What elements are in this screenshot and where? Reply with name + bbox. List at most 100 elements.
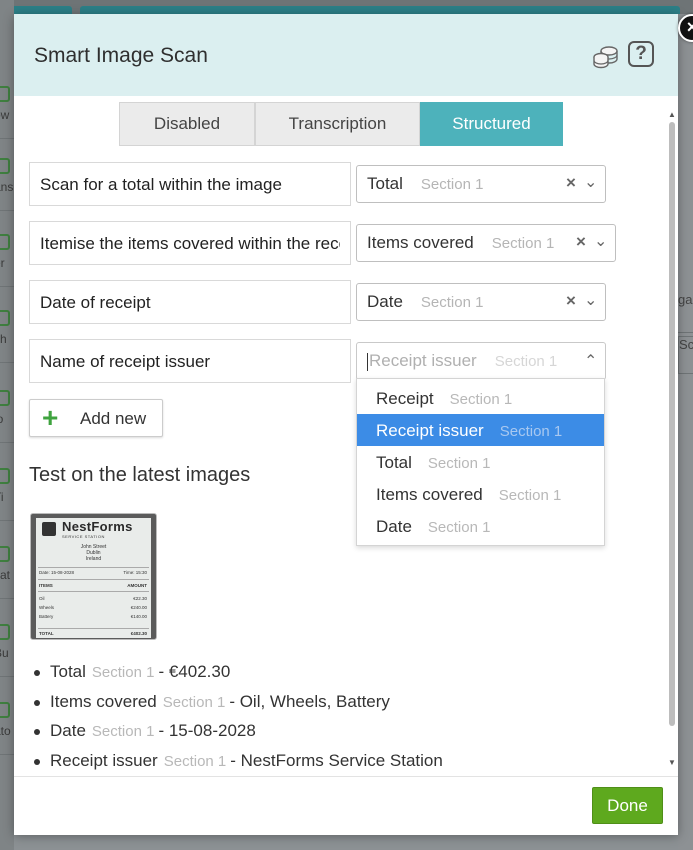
background-sidebar-item: er	[0, 226, 14, 287]
result-value: - 15-08-2028	[158, 721, 256, 740]
background-sidebar-label: io	[0, 412, 3, 426]
field-prompt-input[interactable]: Name of receipt issuer	[29, 339, 351, 383]
mode-tabs: Disabled Transcription Structured	[119, 102, 563, 148]
dropdown-option-label: Receipt	[376, 389, 434, 408]
chevron-up-icon[interactable]: ⌃	[584, 351, 597, 371]
background-sidebar-item: ato	[0, 694, 14, 755]
field-prompt-text: Scan for a total within the image	[40, 175, 282, 194]
scroll-up-icon[interactable]: ▲	[668, 110, 676, 119]
background-sidebar-item: io	[0, 382, 14, 443]
field-prompt-input[interactable]: Scan for a total within the image	[29, 162, 351, 206]
fuel-pump-icon	[42, 522, 56, 536]
background-sidebar-item: cat	[0, 538, 14, 599]
receipt-item-name: Battery	[39, 614, 54, 619]
field-prompt-text: Date of receipt	[40, 293, 151, 312]
receipt-total-label: TOTAL	[39, 631, 54, 636]
field-select-value: Items covered	[367, 233, 474, 252]
dropdown-option-section: Section 1	[427, 519, 491, 536]
dropdown-option-highlighted[interactable]: Receipt issuer Section 1	[357, 414, 604, 446]
background-sidebar-label: ch	[0, 332, 7, 346]
background-sidebar-item: ans	[0, 150, 14, 211]
scan-results-list: Total Section 1- €402.30 Items covered Sec…	[34, 662, 443, 780]
clear-icon[interactable]: ×	[566, 173, 576, 193]
add-new-button[interactable]: + Add new	[29, 399, 163, 437]
result-value: - €402.30	[158, 662, 231, 681]
result-item: Items covered Section 1- Oil, Wheels, Bat…	[34, 691, 443, 722]
result-section: Section 1	[91, 664, 155, 681]
select-dropdown-menu: Receipt Section 1 Receipt issuer Section 1…	[356, 378, 605, 546]
result-section: Section 1	[91, 723, 155, 740]
dropdown-option[interactable]: Date Section 1	[357, 510, 604, 542]
done-button[interactable]: Done	[592, 787, 663, 824]
dropdown-option-label: Date	[376, 517, 412, 536]
field-prompt-text: Name of receipt issuer	[40, 352, 211, 371]
dropdown-option-section: Section 1	[427, 455, 491, 472]
scrollbar-thumb[interactable]	[669, 122, 675, 726]
field-select[interactable]: Items covered Section 1 × ⌄	[356, 224, 616, 262]
dropdown-option[interactable]: Receipt Section 1	[357, 382, 604, 414]
receipt-date-value: 15-08-2028	[51, 570, 75, 575]
result-item: Total Section 1- €402.30	[34, 662, 443, 692]
clear-icon[interactable]: ×	[576, 232, 586, 252]
background-sidebar-label: ato	[0, 724, 11, 738]
receipt-address-line: Ireland	[85, 556, 102, 562]
dropdown-option-section: Section 1	[498, 487, 562, 504]
receipt-brand: NestForms	[62, 519, 133, 534]
dropdown-option[interactable]: Total Section 1	[357, 446, 604, 478]
field-prompt-input[interactable]: Date of receipt	[29, 280, 351, 324]
receipt-item-amount: €240.00	[130, 605, 147, 610]
text-caret	[367, 352, 368, 371]
test-section-heading: Test on the latest images	[29, 464, 251, 486]
result-section: Section 1	[162, 693, 226, 711]
help-icon[interactable]: ?	[628, 41, 654, 67]
receipt-item-amount: €140.00	[130, 614, 147, 619]
chevron-down-icon[interactable]: ⌄	[594, 231, 607, 251]
background-sidebar-label: cat	[0, 568, 11, 582]
dialog-title: Smart Image Scan	[34, 44, 208, 67]
add-new-label: Add new	[80, 409, 147, 428]
latest-image-thumbnail[interactable]: NestForms SERVICE STATION John Street Du…	[30, 513, 157, 640]
chevron-down-icon[interactable]: ⌄	[584, 290, 597, 310]
tab-transcription[interactable]: Transcription	[255, 102, 420, 146]
field-select[interactable]: Date Section 1 × ⌄	[356, 283, 606, 321]
field-select[interactable]: Total Section 1 × ⌄	[356, 165, 606, 203]
dropdown-option[interactable]: Items covered Section 1	[357, 478, 604, 510]
background-sidebar: ow ans er ch io Ti cat Bu ato	[0, 0, 14, 850]
background-sidebar-label: ans	[0, 180, 14, 194]
dropdown-option-label: Receipt issuer	[376, 421, 484, 440]
result-value: - Oil, Wheels, Battery	[229, 691, 390, 711]
background-sidebar-item: ow	[0, 78, 14, 139]
coins-icon[interactable]	[592, 42, 620, 70]
result-field: Date	[50, 721, 86, 740]
background-sidebar-label: Ti	[0, 490, 4, 504]
field-prompt-input[interactable]: Itemise the items covered within the rec…	[29, 221, 351, 265]
background-right-label: ga	[678, 292, 693, 333]
smart-image-scan-dialog: Smart Image Scan ? × Disabled Transcript…	[14, 14, 693, 835]
tab-structured[interactable]: Structured	[420, 102, 563, 146]
tab-disabled[interactable]: Disabled	[119, 102, 255, 146]
field-select-placeholder: Receipt issuer	[369, 351, 477, 370]
field-select-section: Section 1	[420, 176, 484, 193]
field-select-section: Section 1	[491, 235, 555, 252]
dialog-header: Smart Image Scan ?	[14, 14, 678, 96]
background-right-panel: ga Sc	[678, 14, 693, 850]
receipt-item-name: Oil	[39, 596, 45, 601]
dropdown-option-section: Section 1	[499, 423, 563, 440]
dialog-scrollbar[interactable]: ▲ ▼	[668, 110, 676, 772]
background-sidebar-item: ch	[0, 302, 14, 363]
clear-icon[interactable]: ×	[566, 291, 576, 311]
result-field: Receipt issuer	[50, 750, 158, 770]
receipt-date-label: Date:	[39, 570, 50, 575]
field-select-value: Total	[367, 174, 403, 193]
chevron-down-icon[interactable]: ⌄	[584, 172, 597, 192]
field-select-section: Section 1	[420, 294, 484, 311]
result-field: Total	[50, 662, 86, 681]
receipt-subtitle: SERVICE STATION	[62, 534, 105, 539]
background-sidebar-label: ow	[0, 108, 10, 122]
field-select-open[interactable]: Receipt issuer Section 1 ⌃	[356, 342, 606, 380]
scroll-down-icon[interactable]: ▼	[668, 758, 676, 767]
background-sidebar-label: Bu	[0, 646, 9, 660]
receipt-total-value: €402.30	[130, 631, 147, 636]
field-prompt-text: Itemise the items covered within the rec…	[40, 234, 340, 253]
receipt-time-label: Time:	[123, 570, 135, 575]
